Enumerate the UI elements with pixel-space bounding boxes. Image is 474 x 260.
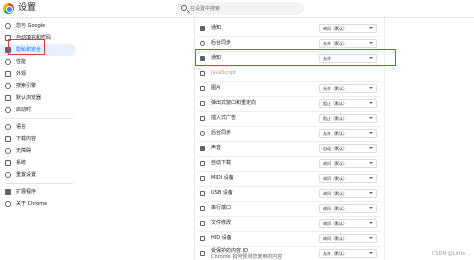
highlight-box-privacy xyxy=(8,39,45,55)
wrench-icon xyxy=(5,160,11,166)
sidebar-item-languages[interactable]: 语言 xyxy=(0,121,76,133)
image-icon xyxy=(200,86,205,91)
sidebar-item-you-and-google[interactable]: 您与 Google xyxy=(0,20,76,32)
sidebar-item-label: 搜索引擎 xyxy=(16,83,37,89)
setting-row-midi: MIDI 设备 询问（默认） xyxy=(195,172,384,185)
setting-row-ads: 插入式广告 阻止（默认） xyxy=(195,112,384,125)
setting-select[interactable]: 允许（默认） xyxy=(319,249,377,258)
setting-select[interactable]: 询问（默认） xyxy=(319,219,377,228)
page-title: 设置 xyxy=(18,3,37,13)
sidebar-item-label: 扩展程序 xyxy=(16,189,37,195)
sidebar-item-system[interactable]: 系统 xyxy=(0,157,76,169)
sidebar-item-label: 系统 xyxy=(16,160,27,166)
download-icon xyxy=(5,136,11,142)
setting-row-javascript: JavaScript xyxy=(195,67,384,80)
setting-row-file-editing: 文件修改 询问（默认） xyxy=(195,217,384,230)
search-icon xyxy=(181,5,187,11)
puzzle-icon xyxy=(5,189,11,195)
globe-icon xyxy=(5,124,11,130)
sidebar-item-label: 性能 xyxy=(16,59,27,65)
piano-icon xyxy=(200,176,205,181)
sidebar-item-label: 外观 xyxy=(16,71,27,77)
sidebar-item-on-startup[interactable]: 启动时 xyxy=(0,104,76,116)
setting-row-hid: HID 设备 询问（默认） xyxy=(195,232,384,245)
power-icon xyxy=(5,107,11,113)
sidebar-item-label: 无障碍 xyxy=(16,148,32,154)
sidebar-item-label: 默认浏览器 xyxy=(16,95,42,101)
sidebar-item-extensions[interactable]: 扩展程序 xyxy=(0,186,76,198)
setting-row-protected-content: 受保护的内容 ID Chrome 如何预测您使用的内容 允许（默认） xyxy=(195,247,384,260)
search-icon xyxy=(5,83,11,89)
code-icon xyxy=(200,71,205,76)
reset-icon xyxy=(5,172,11,178)
setting-row-notifications: 通知 询问（默认） xyxy=(195,22,384,35)
ads-icon xyxy=(200,116,205,121)
protected-content-icon xyxy=(200,251,205,256)
setting-select[interactable]: 询问（默认） xyxy=(319,174,377,183)
sidebar-item-appearance[interactable]: 外观 xyxy=(0,68,76,80)
sidebar-item-search-engine[interactable]: 搜索引擎 xyxy=(0,80,76,92)
sidebar-item-label: 重置设置 xyxy=(16,172,37,178)
setting-select[interactable]: 询问（默认） xyxy=(319,159,377,168)
sidebar-divider xyxy=(5,118,73,119)
setting-row-sound: 声音 自动（默认） xyxy=(195,142,384,155)
accessibility-icon xyxy=(5,148,11,154)
sidebar-item-downloads[interactable]: 下载内容 xyxy=(0,133,76,145)
popup-icon xyxy=(200,101,205,106)
sync-icon xyxy=(200,131,205,136)
setting-select[interactable]: 阻止（默认） xyxy=(319,99,377,108)
setting-select[interactable]: 询问（默认） xyxy=(319,234,377,243)
browser-icon xyxy=(5,95,11,101)
sidebar-divider xyxy=(5,183,73,184)
setting-row-popups: 弹出式窗口和重定向 阻止（默认） xyxy=(195,97,384,110)
usb-icon xyxy=(200,191,205,196)
setting-row-background-sync-2: 后台同步 允许（默认） xyxy=(195,127,384,140)
top-bar: 设置 xyxy=(0,0,474,18)
sidebar-item-reset[interactable]: 重置设置 xyxy=(0,169,76,181)
setting-description: Chrome 如何预测您使用的内容 xyxy=(211,254,283,260)
setting-row-usb: USB 设备 询问（默认） xyxy=(195,187,384,200)
sidebar-item-label: 关于 Chrome xyxy=(16,201,48,207)
hid-icon xyxy=(200,236,205,241)
watermark: CSDN @Little... xyxy=(431,251,470,257)
chrome-logo-icon xyxy=(3,3,14,14)
setting-select[interactable]: 允许（默认） xyxy=(319,129,377,138)
highlight-box-notifications xyxy=(195,49,396,66)
chrome-icon xyxy=(5,201,11,207)
search-box[interactable] xyxy=(176,2,304,15)
serial-port-icon xyxy=(200,206,205,211)
setting-select[interactable]: 询问（默认） xyxy=(319,24,377,33)
sidebar-item-default-browser[interactable]: 默认浏览器 xyxy=(0,92,76,104)
speaker-icon xyxy=(200,146,205,151)
sidebar-item-performance[interactable]: 性能 xyxy=(0,56,76,68)
setting-select[interactable]: 允许（默认） xyxy=(319,39,377,48)
google-icon xyxy=(5,23,11,29)
setting-select[interactable]: 询问（默认） xyxy=(319,189,377,198)
bell-icon xyxy=(200,26,205,31)
search-input[interactable] xyxy=(190,2,300,15)
setting-select[interactable]: 询问（默认） xyxy=(319,204,377,213)
sidebar-item-label: 启动时 xyxy=(16,107,32,113)
setting-select[interactable]: 自动（默认） xyxy=(319,144,377,153)
download-icon xyxy=(200,161,205,166)
setting-label: 受保护的内容 ID Chrome 如何预测您使用的内容 xyxy=(211,248,282,260)
sidebar-item-accessibility[interactable]: 无障碍 xyxy=(0,145,76,157)
file-icon xyxy=(200,221,205,226)
speedometer-icon xyxy=(5,59,11,65)
sidebar-item-label: 您与 Google xyxy=(16,23,46,29)
sidebar-item-label: 语言 xyxy=(16,124,27,130)
setting-row-serial: 串行端口 询问（默认） xyxy=(195,202,384,215)
setting-select[interactable]: 阻止（默认） xyxy=(319,114,377,123)
sidebar-item-about[interactable]: 关于 Chrome xyxy=(0,198,76,210)
setting-row-images: 图片 允许（默认） xyxy=(195,82,384,95)
sidebar-item-label: 下载内容 xyxy=(16,136,37,142)
setting-row-auto-download: 自动下载 询问（默认） xyxy=(195,157,384,170)
palette-icon xyxy=(5,71,11,77)
setting-select[interactable]: 允许（默认） xyxy=(319,84,377,93)
sync-icon xyxy=(200,41,205,46)
